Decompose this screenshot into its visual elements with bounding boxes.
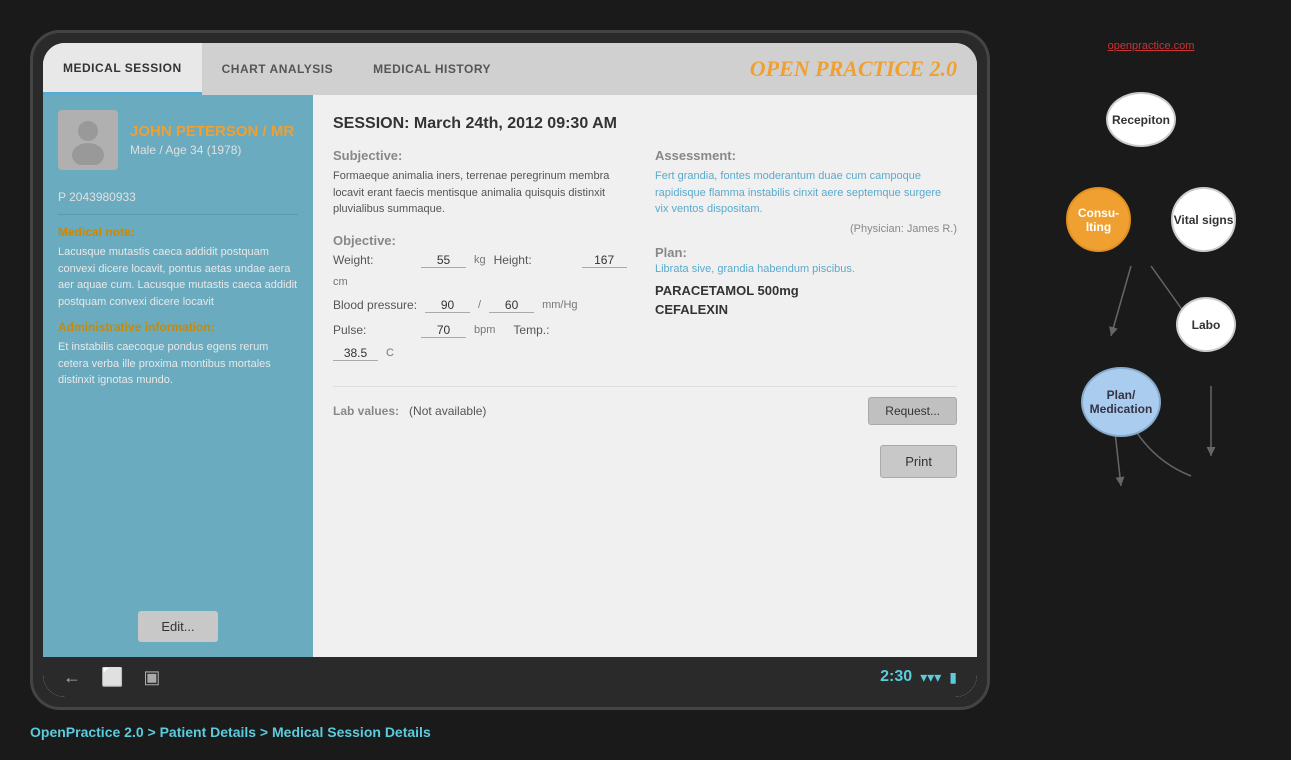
patient-phone: P 2043980933 [58,190,298,204]
plan-text: Librata sive, grandia habendum piscibus. [655,263,957,275]
patient-header: JOHN PETERSON / MR Male / Age 34 (1978) [58,110,298,170]
time-display: 2:30 [880,668,912,686]
pulse-row: Pulse: 70 bpm Temp.: 38.5 C [333,323,635,361]
bp-systolic: 90 [425,298,470,313]
pulse-value: 70 [421,323,466,338]
medical-note-text: Lacusque mutastis caeca addidit postquam… [58,244,298,310]
medical-note-label: Medical note: [58,225,298,239]
weight-row: Weight: 55 kg Height: 167 cm [333,253,635,288]
admin-label: Administrative information: [58,320,298,334]
subjective-label: Subjective: [333,148,635,163]
tab-bar: MEDICAL SESSION CHART ANALYSIS MEDICAL H… [43,43,977,95]
flow-panel: openpractice.com Recepiton Co [1021,30,1281,710]
tablet-screen: MEDICAL SESSION CHART ANALYSIS MEDICAL H… [43,43,977,697]
weight-value: 55 [421,253,466,268]
bp-row: Blood pressure: 90 / 60 mm/Hg [333,298,635,313]
objective-label: Objective: [333,233,635,248]
battery-icon: ▮ [949,669,957,686]
session-content: SESSION: March 24th, 2012 09:30 AM Subje… [313,95,977,657]
recent-icon[interactable]: ▣ [143,667,160,688]
tablet-frame: MEDICAL SESSION CHART ANALYSIS MEDICAL H… [30,30,990,710]
node-plan-medication[interactable]: Plan/ Medication [1081,367,1161,437]
patient-sidebar: JOHN PETERSON / MR Male / Age 34 (1978) … [43,95,313,657]
tab-medical-history[interactable]: MEDICAL HISTORY [353,43,511,95]
session-right-col: Assessment: Fert grandia, fontes moderan… [655,148,957,371]
admin-text: Et instabilis caecoque pondus egens reru… [58,339,298,389]
pulse-unit: bpm [474,324,495,336]
breadcrumb: OpenPractice 2.0 > Patient Details > Med… [30,724,431,740]
status-right: 2:30 ▾▾▾ ▮ [880,668,957,686]
lab-status: (Not available) [409,404,486,418]
node-vital-signs[interactable]: Vital signs [1171,187,1236,252]
pulse-label: Pulse: [333,323,413,337]
temp-label: Temp.: [513,323,593,337]
edit-button[interactable]: Edit... [138,611,218,642]
assessment-label: Assessment: [655,148,957,163]
bottom-bar: ← ⬜ ▣ 2:30 ▾▾▾ ▮ [43,657,977,697]
tab-medical-session[interactable]: MEDICAL SESSION [43,43,202,95]
main-content: JOHN PETERSON / MR Male / Age 34 (1978) … [43,95,977,657]
patient-info-block: JOHN PETERSON / MR Male / Age 34 (1978) [130,123,294,157]
weight-label: Weight: [333,253,413,267]
print-button[interactable]: Print [880,445,957,478]
node-labo[interactable]: Labo [1176,297,1236,352]
divider-1 [58,214,298,215]
wifi-icon: ▾▾▾ [920,669,941,686]
node-consulting[interactable]: Consu-lting [1066,187,1131,252]
subjective-text: Formaeque animalia iners, terrenae pereg… [333,168,635,218]
medication2: CEFALEXIN [655,302,957,317]
plan-label: Plan: [655,245,957,260]
height-unit: cm [333,276,348,288]
request-button[interactable]: Request... [868,397,957,425]
node-reception[interactable]: Recepiton [1106,92,1176,147]
objective-section: Objective: Weight: 55 kg Height: 167 cm … [333,233,635,361]
assessment-text: Fert grandia, fontes moderantum duae cum… [655,168,957,218]
lab-row: Lab values: (Not available) Request... [333,397,957,425]
weight-unit: kg [474,254,486,266]
session-two-col: Subjective: Formaeque animalia iners, te… [333,148,957,371]
temp-unit: C [386,347,394,359]
session-title: SESSION: March 24th, 2012 09:30 AM [333,115,957,133]
lab-label: Lab values: [333,404,399,418]
session-left-col: Subjective: Formaeque animalia iners, te… [333,148,635,371]
bp-unit: mm/Hg [542,299,577,311]
height-value: 167 [582,253,627,268]
physician-note: (Physician: James R.) [655,223,957,235]
top-link[interactable]: openpractice.com [1031,40,1271,52]
temp-value: 38.5 [333,346,378,361]
lab-section: Lab values: (Not available) Request... [333,386,957,425]
medication1: PARACETAMOL 500mg [655,283,957,298]
tab-chart-analysis[interactable]: CHART ANALYSIS [202,43,353,95]
bp-label: Blood pressure: [333,298,417,312]
app-title: OPEN PRACTICE 2.0 [750,43,977,95]
flow-chart: Recepiton Consu-lting Vital signs Labo P… [1031,72,1271,700]
height-label: Height: [494,253,574,267]
bp-diastolic: 60 [489,298,534,313]
home-icon[interactable]: ⬜ [101,667,123,688]
back-icon[interactable]: ← [63,667,81,688]
avatar [58,110,118,170]
patient-name: JOHN PETERSON / MR [130,123,294,140]
patient-gender-age: Male / Age 34 (1978) [130,143,294,157]
